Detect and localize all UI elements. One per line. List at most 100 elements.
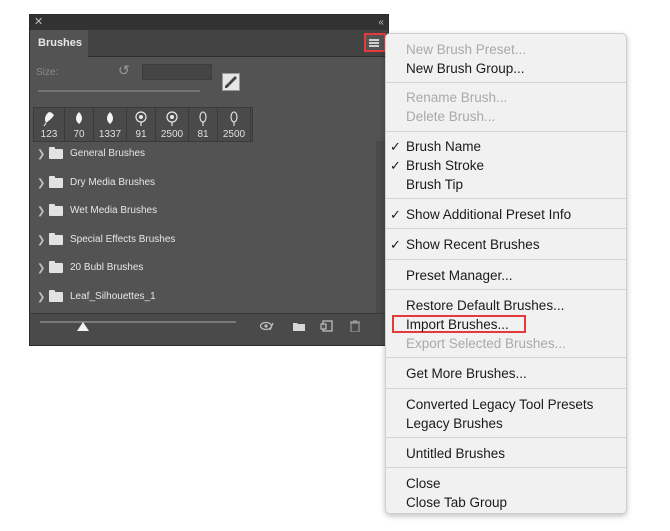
brush-size-label: 91 xyxy=(135,129,147,140)
eye-brush-icon[interactable] xyxy=(260,320,274,332)
menu-item-label: Show Additional Preset Info xyxy=(406,207,572,222)
new-group-folder-icon[interactable] xyxy=(292,320,306,332)
brush-group-label: 20 Bubl Brushes xyxy=(70,262,144,273)
brush-icon xyxy=(225,76,237,88)
brush-group-label: Dry Media Brushes xyxy=(70,176,156,188)
brush-tip-icon xyxy=(43,112,54,127)
menu-separator xyxy=(386,388,626,389)
panel-footer xyxy=(30,313,388,345)
preview-size-slider-thumb[interactable] xyxy=(77,322,90,331)
menu-item-restore-default-brushes[interactable]: Restore Default Brushes... xyxy=(406,296,564,315)
recent-brush-3[interactable]: 1337 xyxy=(94,108,127,141)
recent-brush-6[interactable]: 81 xyxy=(189,108,218,141)
menu-item-label: Converted Legacy Tool Presets xyxy=(406,397,594,412)
reset-size-icon[interactable]: ↺ xyxy=(118,62,130,79)
menu-separator xyxy=(386,259,626,260)
menu-item-legacy-brushes[interactable]: Legacy Brushes xyxy=(406,414,503,433)
folder-icon xyxy=(49,204,63,216)
close-panel-icon[interactable]: ✕ xyxy=(34,15,43,30)
menu-item-label: Rename Brush... xyxy=(406,90,508,105)
brushes-flyout-menu: New Brush Preset... New Brush Group... Ren… xyxy=(385,33,627,514)
menu-separator xyxy=(386,131,626,132)
size-label: Size: xyxy=(36,67,59,78)
checkmark-icon: ✓ xyxy=(390,139,401,154)
menu-separator xyxy=(386,82,626,83)
brush-group-label: Special Effects Brushes xyxy=(70,233,176,245)
size-input[interactable] xyxy=(142,64,212,80)
menu-item-show-additional-preset-info[interactable]: ✓ Show Additional Preset Info xyxy=(390,205,572,224)
folder-icon xyxy=(49,175,63,188)
brush-group-label: Leaf_Silhouettes_1 xyxy=(70,290,156,302)
chevron-right-icon[interactable]: ❯ xyxy=(37,206,45,217)
menu-separator xyxy=(386,467,626,468)
menu-item-converted-legacy-tool-presets[interactable]: Converted Legacy Tool Presets xyxy=(406,395,593,414)
checkmark-icon: ✓ xyxy=(390,207,401,222)
brush-size-label: 123 xyxy=(40,129,58,140)
collapse-panel-icon[interactable]: ‹‹ xyxy=(378,15,384,30)
menu-item-close-tab-group[interactable]: Close Tab Group xyxy=(406,493,507,512)
trash-icon[interactable] xyxy=(348,320,362,332)
brush-size-label: 81 xyxy=(197,129,209,140)
brush-group-row[interactable]: ❯ Leaf_Silhouettes_1 xyxy=(30,284,375,312)
recent-brush-7[interactable]: 2500 xyxy=(218,108,251,141)
menu-item-label: New Brush Preset... xyxy=(406,42,527,57)
recent-brushes: 123 70 1337 91 2500 81 2500 xyxy=(33,107,253,142)
menu-item-rename-brush: Rename Brush... xyxy=(406,88,507,107)
menu-separator xyxy=(386,437,626,438)
brush-tip-icon xyxy=(135,111,147,126)
menu-item-close[interactable]: Close xyxy=(406,474,441,493)
recent-brush-1[interactable]: 123 xyxy=(34,108,65,141)
menu-item-get-more-brushes[interactable]: Get More Brushes... xyxy=(406,364,527,383)
menu-item-label: Show Recent Brushes xyxy=(406,237,540,252)
panel-title-bar: ✕ ‹‹ xyxy=(30,15,388,30)
menu-item-label: Preset Manager... xyxy=(406,268,513,283)
menu-item-delete-brush: Delete Brush... xyxy=(406,107,495,126)
chevron-right-icon[interactable]: ❯ xyxy=(37,263,45,274)
menu-separator xyxy=(386,289,626,290)
brush-settings-button[interactable] xyxy=(222,73,240,91)
new-brush-icon[interactable] xyxy=(320,320,334,332)
tab-brushes[interactable]: Brushes xyxy=(30,30,88,57)
menu-item-import-brushes[interactable]: Import Brushes... xyxy=(406,315,509,334)
menu-item-show-recent-brushes[interactable]: ✓ Show Recent Brushes xyxy=(390,235,540,254)
brush-size-label: 1337 xyxy=(98,129,122,140)
menu-separator xyxy=(386,228,626,229)
folder-icon xyxy=(49,147,63,159)
folder-icon xyxy=(49,261,63,273)
list-scrollbar[interactable] xyxy=(376,141,385,313)
chevron-right-icon[interactable]: ❯ xyxy=(37,292,45,303)
recent-brush-5[interactable]: 2500 xyxy=(156,108,189,141)
menu-item-brush-stroke[interactable]: ✓ Brush Stroke xyxy=(390,156,485,175)
size-slider[interactable] xyxy=(38,90,200,92)
brush-tip-icon xyxy=(107,112,113,124)
chevron-right-icon[interactable]: ❯ xyxy=(37,178,45,189)
panel-menu-button[interactable] xyxy=(364,33,386,52)
brush-group-row[interactable]: ❯ Special Effects Brushes xyxy=(30,227,375,255)
brush-group-row[interactable]: ❯ 20 Bubl Brushes xyxy=(30,255,375,283)
menu-item-label: New Brush Group... xyxy=(406,61,525,76)
menu-item-brush-tip[interactable]: Brush Tip xyxy=(406,175,463,194)
brush-tip-icon xyxy=(230,111,238,126)
menu-item-label: Brush Stroke xyxy=(406,158,485,173)
chevron-right-icon[interactable]: ❯ xyxy=(37,149,45,160)
brush-group-label: Wet Media Brushes xyxy=(70,205,158,216)
menu-item-label: Export Selected Brushes... xyxy=(406,336,566,351)
brush-size-label: 70 xyxy=(73,129,85,140)
brush-group-row[interactable]: ❯ Dry Media Brushes xyxy=(30,170,375,198)
menu-item-label: Import Brushes... xyxy=(406,317,509,332)
menu-item-new-brush-group[interactable]: New Brush Group... xyxy=(406,59,525,78)
brushes-panel: ✕ ‹‹ Brushes Size: ↺ 123 70 1337 91 2500 81 25… xyxy=(29,14,389,346)
recent-brush-2[interactable]: 70 xyxy=(65,108,94,141)
brush-group-row[interactable]: ❯ Wet Media Brushes xyxy=(30,198,375,226)
brush-group-list: ❯ General Brushes ❯ Dry Media Brushes ❯ Wet M… xyxy=(30,141,375,313)
chevron-right-icon[interactable]: ❯ xyxy=(37,235,45,246)
menu-item-untitled-brushes[interactable]: Untitled Brushes xyxy=(406,444,505,463)
checkmark-icon: ✓ xyxy=(390,158,401,173)
brush-group-row[interactable]: ❯ General Brushes xyxy=(30,141,375,169)
menu-item-preset-manager[interactable]: Preset Manager... xyxy=(406,266,513,285)
menu-item-label: Untitled Brushes xyxy=(406,446,506,461)
menu-item-brush-name[interactable]: ✓ Brush Name xyxy=(390,137,481,156)
brush-size-label: 2500 xyxy=(160,129,184,140)
preview-size-slider[interactable] xyxy=(40,321,236,323)
recent-brush-4[interactable]: 91 xyxy=(127,108,156,141)
